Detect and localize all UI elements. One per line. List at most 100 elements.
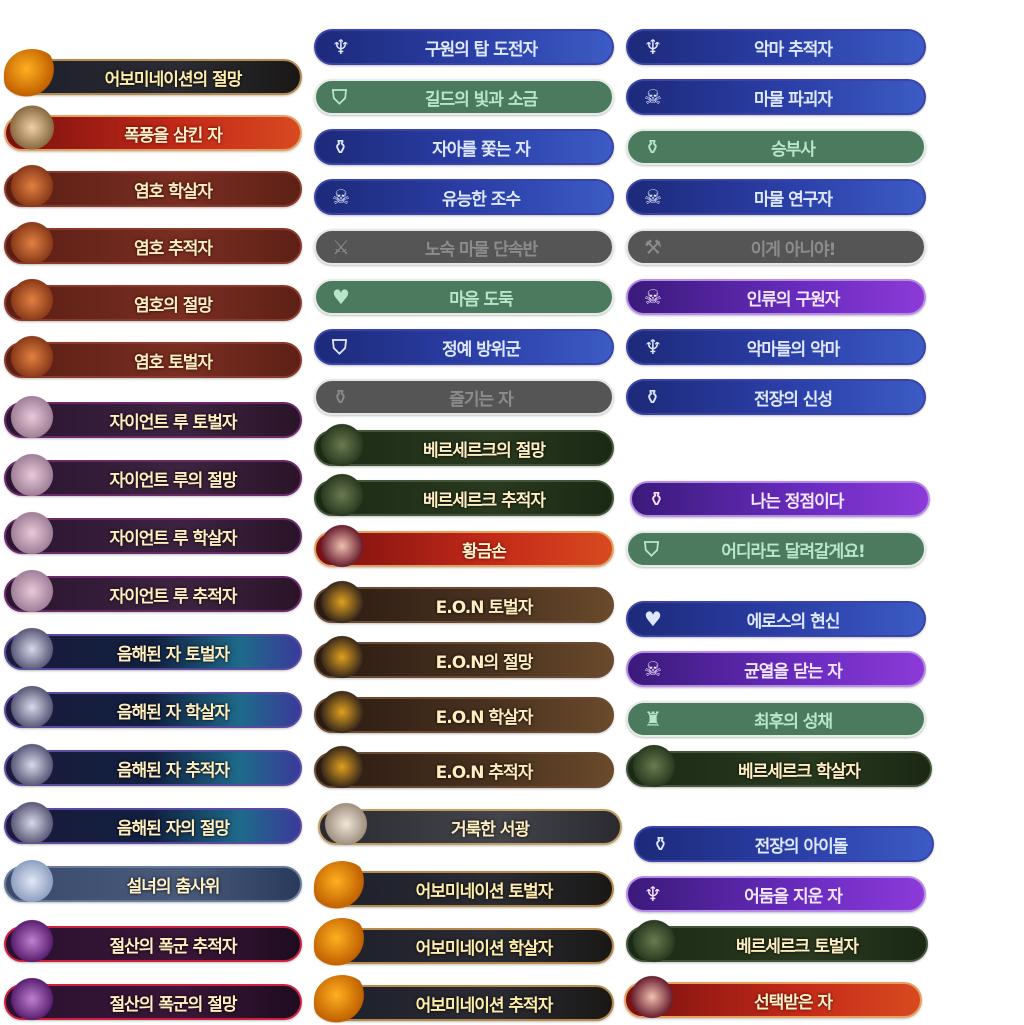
title-badge[interactable]: 염호 토벌자 <box>4 332 302 382</box>
title-badge[interactable]: 자이언트 루 추적자 <box>4 566 302 616</box>
title-badge[interactable]: 베르세르크 토벌자 <box>626 916 928 966</box>
title-badge[interactable]: ⚱ 승부사 <box>626 129 926 165</box>
badge-label: 길드의 빛과 소금 <box>424 89 538 110</box>
title-badge[interactable]: ⚒ 이게 아니야! <box>626 229 926 265</box>
title-badge[interactable]: 자이언트 루의 절망 <box>4 450 302 500</box>
badge-label: 유능한 조수 <box>441 189 521 210</box>
badge-label: E.O.N 추적자 <box>435 762 534 783</box>
badge-label: 자이언트 루 학살자 <box>109 528 238 549</box>
portrait-icon <box>314 470 370 520</box>
title-badge[interactable]: ⛉ 길드의 빛과 소금 <box>314 79 614 115</box>
title-badge[interactable]: E.O.N 추적자 <box>314 742 614 792</box>
badge-label: 자아를 쫓는 자 <box>432 139 531 160</box>
badge-label: 인류의 구원자 <box>746 289 841 310</box>
badge-label: 베르세르크의 절망 <box>422 440 546 461</box>
demon-icon: ♆ <box>644 882 662 906</box>
portrait-icon <box>4 508 60 558</box>
banner-icon: ⛉ <box>332 335 347 359</box>
title-badge[interactable]: ☠ 마물 파괴자 <box>626 79 926 115</box>
title-badge[interactable]: ⚱ 나는 정점이다 <box>630 481 930 517</box>
portrait-icon <box>4 49 60 99</box>
badge-label: 즐기는 자 <box>449 389 513 410</box>
title-badge[interactable]: 선택받은 자 <box>624 972 922 1022</box>
title-badge[interactable]: ⚱ 즐기는 자 <box>314 379 614 415</box>
title-badge[interactable]: ⚱ 자아를 쫓는 자 <box>314 129 614 165</box>
title-badge[interactable]: ☠ 유능한 조수 <box>314 179 614 215</box>
trophy-icon: ⚱ <box>644 385 661 409</box>
title-badge[interactable]: ♆ 악마 추적자 <box>626 29 926 65</box>
title-badge[interactable]: ♆ 악마들의 악마 <box>626 329 926 365</box>
portrait-icon <box>318 799 374 849</box>
title-badge[interactable]: 거룩한 서광 <box>318 799 622 849</box>
title-badge[interactable]: E.O.N 토벌자 <box>314 577 614 627</box>
title-badge[interactable]: ♆ 구원의 탑 도전자 <box>314 29 614 65</box>
title-badge[interactable]: 설녀의 춤사위 <box>4 856 302 906</box>
title-badge[interactable]: ♥ 에로스의 현신 <box>626 601 926 637</box>
skull-icon: ☠ <box>644 85 662 109</box>
title-badge[interactable]: 음해된 자 토벌자 <box>4 624 302 674</box>
fortress-icon: ♜ <box>644 707 662 731</box>
title-badge[interactable]: 베르세르크의 절망 <box>314 420 614 470</box>
badge-label: 전장의 신성 <box>753 389 833 410</box>
title-badge[interactable]: 음해된 자의 절망 <box>4 798 302 848</box>
badge-label: 염호 토벌자 <box>133 352 213 373</box>
portrait-icon <box>4 916 60 966</box>
title-badge[interactable]: ⛉ 어디라도 달려갈게요! <box>626 531 926 567</box>
title-badge[interactable]: ⚱ 전장의 아이돌 <box>634 826 934 862</box>
portrait-icon <box>314 687 370 737</box>
title-badge[interactable]: 어보미네이션 토벌자 <box>314 861 614 911</box>
title-badge[interactable]: 염호의 절망 <box>4 275 302 325</box>
title-badge[interactable]: 염호 학살자 <box>4 161 302 211</box>
title-badge[interactable]: 절산의 폭군 추적자 <box>4 916 302 966</box>
title-badge[interactable]: 어보미네이션 추적자 <box>314 975 614 1025</box>
badge-label: 절산의 폭군의 절망 <box>109 994 238 1015</box>
title-badge[interactable]: ♥ 마음 도둑 <box>314 279 614 315</box>
title-badge[interactable]: ⛉ 정예 방위군 <box>314 329 614 365</box>
title-badge[interactable]: ♜ 최후의 성채 <box>626 701 926 737</box>
portrait-icon <box>4 974 60 1024</box>
title-badge[interactable]: 자이언트 루 학살자 <box>4 508 302 558</box>
portrait-icon <box>314 861 370 911</box>
portrait-icon <box>314 975 370 1025</box>
portrait-icon <box>4 682 60 732</box>
title-badge[interactable]: ☠ 균열을 닫는 자 <box>626 651 926 687</box>
crossed-swords-icon: ⚔ <box>332 235 350 259</box>
title-badge[interactable]: ☠ 인류의 구원자 <box>626 279 926 315</box>
badge-label: 베르세르크 추적자 <box>422 490 546 511</box>
title-badge[interactable]: 음해된 자 추적자 <box>4 740 302 790</box>
title-badge[interactable]: ☠ 마물 연구자 <box>626 179 926 215</box>
badge-label: 악마 추적자 <box>753 39 833 60</box>
portrait-icon <box>4 161 60 211</box>
portrait-icon <box>4 218 60 268</box>
title-badge[interactable]: E.O.N의 절망 <box>314 632 614 682</box>
title-badge[interactable]: 절산의 폭군의 절망 <box>4 974 302 1024</box>
badge-label: 염호 학살자 <box>133 181 213 202</box>
title-badge[interactable]: E.O.N 학살자 <box>314 687 614 737</box>
portrait-icon <box>626 916 682 966</box>
title-badge[interactable]: 염호 추적자 <box>4 218 302 268</box>
badge-label: 어디라도 달려갈게요! <box>721 541 865 562</box>
portrait-icon <box>626 741 682 791</box>
portrait-icon <box>4 450 60 500</box>
badge-label: 음해된 자 학살자 <box>116 702 230 723</box>
title-badge[interactable]: 음해된 자 학살자 <box>4 682 302 732</box>
badge-label: 노숙 마물 단속반 <box>424 239 538 260</box>
title-badge[interactable]: 폭풍을 삼킨 자 <box>4 105 302 155</box>
title-badge[interactable]: ⚱ 전장의 신성 <box>626 379 926 415</box>
skull-icon: ☠ <box>644 185 662 209</box>
portrait-icon <box>624 972 680 1022</box>
title-badge[interactable]: 어보미네이션 학살자 <box>314 918 614 968</box>
badge-label: E.O.N 토벌자 <box>435 597 534 618</box>
badge-label: 전장의 아이돌 <box>754 836 849 857</box>
title-badge[interactable]: 베르세르크 학살자 <box>626 741 932 791</box>
badge-label: 악마들의 악마 <box>746 339 841 360</box>
title-badge[interactable]: 베르세르크 추적자 <box>314 470 614 520</box>
badge-label: 구원의 탑 도전자 <box>424 39 538 60</box>
title-badge[interactable]: ♆ 어둠을 지운 자 <box>626 876 926 912</box>
title-badge[interactable]: ⚔ 노숙 마물 단속반 <box>314 229 614 265</box>
portrait-icon <box>4 332 60 382</box>
title-badge[interactable]: 어보미네이션의 절망 <box>4 49 302 99</box>
title-badge[interactable]: 황금손 <box>314 521 614 571</box>
badge-label: 어보미네이션의 절망 <box>104 69 243 90</box>
title-badge[interactable]: 자이언트 루 토벌자 <box>4 392 302 442</box>
